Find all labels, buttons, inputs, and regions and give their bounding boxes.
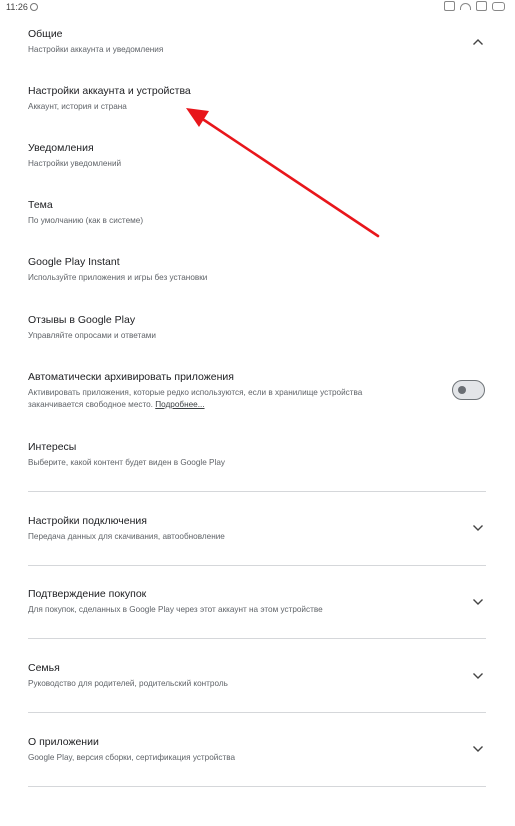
section-title: Общие	[28, 28, 63, 40]
section-general[interactable]: Общие Настройки аккаунта и уведомления	[28, 28, 488, 56]
section-subtitle: Google Play, версия сборки, сертификация…	[28, 753, 236, 762]
signal-icon	[444, 1, 455, 11]
setting-subtitle: Настройки уведомлений	[28, 159, 122, 168]
section-title: О приложении	[28, 736, 99, 748]
section-title: Настройки подключения	[28, 515, 147, 527]
section-subtitle: Руководство для родителей, родительский …	[28, 679, 228, 688]
chevron-down-icon[interactable]	[470, 741, 486, 757]
setting-title: Настройки аккаунта и устройства	[28, 85, 191, 97]
divider	[28, 491, 486, 492]
wifi-icon	[460, 2, 471, 10]
setting-title: Автоматически архивировать приложения	[28, 371, 234, 383]
section-title: Подтверждение покупок	[28, 588, 147, 600]
setting-subtitle: Используйте приложения и игры без устано…	[28, 273, 208, 282]
setting-subtitle: Управляйте опросами и ответами	[28, 331, 156, 340]
divider	[28, 786, 486, 787]
section-purchase-confirm[interactable]: Подтверждение покупок Для покупок, сдела…	[28, 588, 488, 616]
section-about[interactable]: О приложении Google Play, версия сборки,…	[28, 736, 488, 764]
setting-theme[interactable]: Тема По умолчанию (как в системе)	[28, 199, 488, 227]
section-subtitle: Для покупок, сделанных в Google Play чер…	[28, 605, 323, 614]
setting-title: Тема	[28, 199, 53, 211]
divider	[28, 712, 486, 713]
setting-notifications[interactable]: Уведомления Настройки уведомлений	[28, 142, 488, 170]
toggle-knob	[458, 386, 466, 394]
status-time: 11:26	[6, 2, 38, 12]
annotation-arrow	[186, 108, 380, 238]
setting-subtitle: Выберите, какой контент будет виден в Go…	[28, 458, 225, 467]
divider	[28, 638, 486, 639]
chevron-down-icon[interactable]	[470, 594, 486, 610]
auto-archive-toggle[interactable]	[452, 380, 485, 400]
setting-subtitle: Аккаунт, история и страна	[28, 102, 127, 111]
status-icons	[444, 1, 505, 11]
setting-title: Google Play Instant	[28, 256, 120, 268]
chevron-down-icon[interactable]	[470, 668, 486, 684]
setting-play-reviews[interactable]: Отзывы в Google Play Управляйте опросами…	[28, 314, 488, 342]
setting-subtitle: По умолчанию (как в системе)	[28, 216, 144, 225]
setting-play-instant[interactable]: Google Play Instant Используйте приложен…	[28, 256, 488, 284]
section-family[interactable]: Семья Руководство для родителей, родител…	[28, 662, 488, 690]
setting-auto-archive[interactable]: Автоматически архивировать приложения Ак…	[28, 371, 488, 411]
setting-interests[interactable]: Интересы Выберите, какой контент будет в…	[28, 441, 488, 469]
battery-icon	[492, 1, 505, 11]
learn-more-link[interactable]: Подробнее...	[155, 400, 204, 409]
setting-account-device[interactable]: Настройки аккаунта и устройства Аккаунт,…	[28, 85, 488, 113]
status-bar: 11:26	[0, 0, 515, 16]
setting-subtitle: Активировать приложения, которые редко и…	[28, 387, 418, 411]
setting-title: Уведомления	[28, 142, 94, 154]
chevron-up-icon[interactable]	[470, 34, 486, 50]
section-title: Семья	[28, 662, 60, 674]
setting-title: Интересы	[28, 441, 77, 453]
divider	[28, 565, 486, 566]
section-subtitle: Передача данных для скачивания, автообно…	[28, 532, 225, 541]
chevron-down-icon[interactable]	[470, 520, 486, 536]
sync-icon	[29, 3, 38, 11]
section-subtitle: Настройки аккаунта и уведомления	[28, 45, 164, 54]
section-connection[interactable]: Настройки подключения Передача данных дл…	[28, 515, 488, 543]
sim-icon	[476, 1, 487, 11]
setting-title: Отзывы в Google Play	[28, 314, 136, 326]
